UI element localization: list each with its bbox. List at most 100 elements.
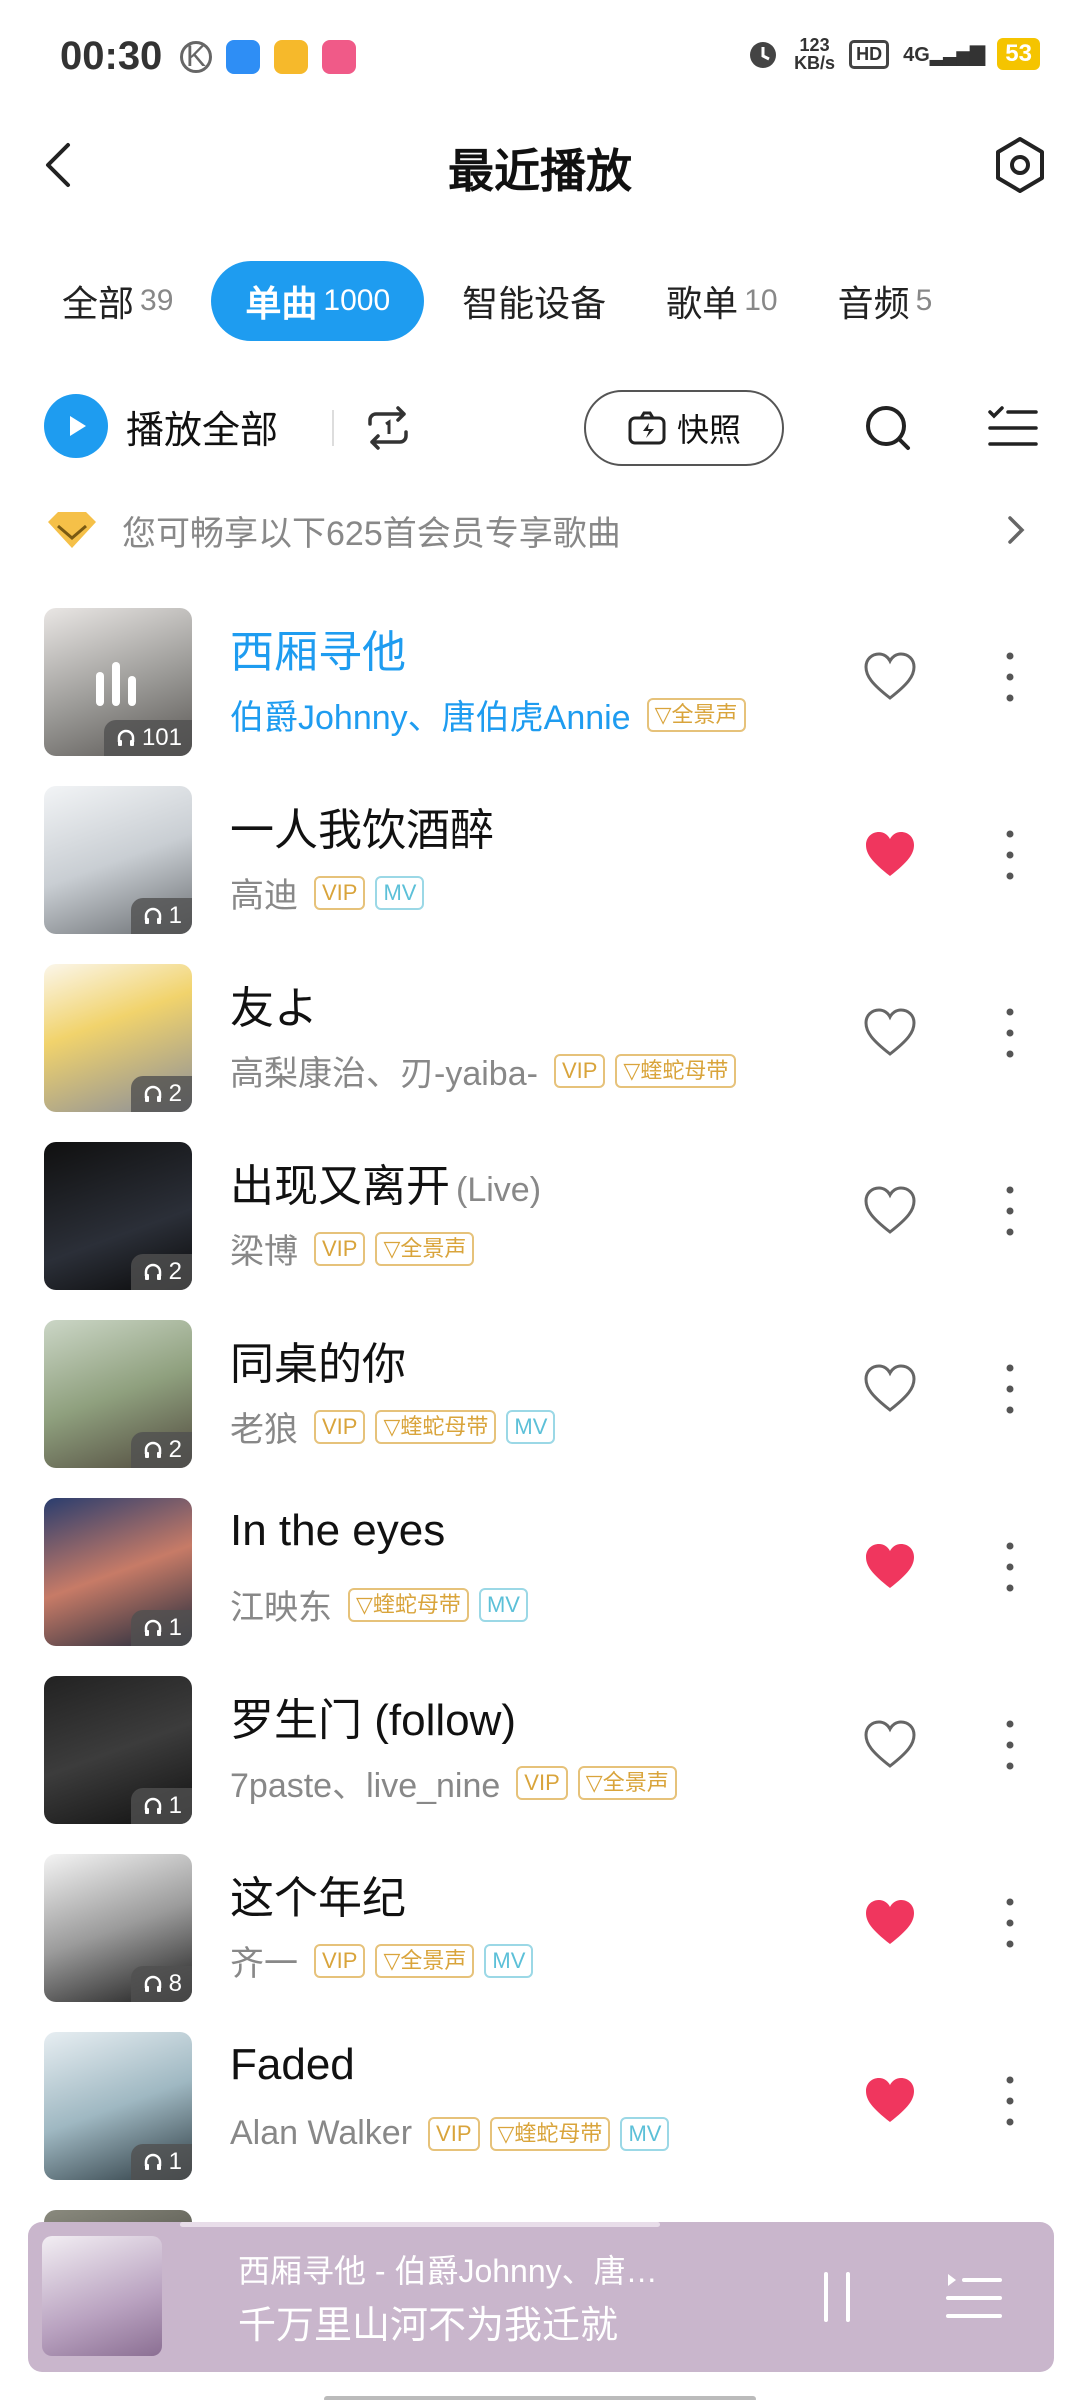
mv-badge[interactable]: MV: [478, 1587, 528, 1622]
album-cover[interactable]: 8: [44, 1854, 192, 2002]
album-cover[interactable]: 1: [44, 786, 192, 934]
vip-diamond-icon: [48, 512, 96, 548]
song-title: 出现又离开 (Live): [230, 1162, 542, 1211]
mini-player[interactable]: 西厢寻他 - 伯爵Johnny、唐… 千万里山河不为我迁就: [28, 2222, 1054, 2372]
vip-badge: VIP: [314, 1231, 366, 1266]
mv-badge[interactable]: MV: [620, 2116, 670, 2151]
battery-icon: 53: [997, 38, 1040, 70]
headphones-icon: [144, 907, 161, 924]
more-vertical-icon[interactable]: [994, 998, 1026, 1068]
status-right: 123 KB/s HD 4G▂▃▅▇ 53: [746, 36, 1040, 72]
quality-badge: ▽全景声: [375, 1231, 475, 1266]
tab-smart-devices[interactable]: 智能设备: [440, 261, 628, 341]
song-title: 一人我饮酒醉: [230, 806, 494, 855]
song-title: 这个年纪: [230, 1874, 406, 1923]
artist-name: Alan Walker: [230, 2114, 413, 2152]
song-title: Faded: [230, 2040, 355, 2089]
play-all-button[interactable]: 播放全部: [44, 394, 278, 458]
heart-icon[interactable]: [862, 1540, 918, 1592]
song-meta: 7paste、live_nine VIP ▽全景声: [230, 1758, 677, 1807]
more-vertical-icon[interactable]: [994, 1354, 1026, 1424]
mv-badge[interactable]: MV: [484, 1943, 534, 1978]
quality-icon: ▽: [585, 1769, 603, 1795]
heart-icon[interactable]: [862, 1362, 918, 1414]
album-cover[interactable]: 1: [44, 2032, 192, 2180]
heart-icon[interactable]: [862, 1896, 918, 1948]
song-row[interactable]: 101 西厢寻他伯爵Johnny、唐伯虎Annie ▽全景声: [0, 600, 1080, 778]
chat-app-icon: [226, 40, 260, 74]
mv-badge[interactable]: MV: [506, 1409, 556, 1444]
tab-singles[interactable]: 单曲 1000: [211, 261, 425, 341]
quality-icon: ▽: [383, 1947, 401, 1973]
playlist-queue-icon[interactable]: [942, 2266, 1006, 2326]
more-vertical-icon[interactable]: [994, 2066, 1026, 2136]
snapshot-button[interactable]: 快照: [584, 390, 784, 466]
play-count: 2: [130, 1254, 192, 1290]
search-icon[interactable]: [862, 402, 914, 454]
more-vertical-icon[interactable]: [994, 1888, 1026, 1958]
pause-icon[interactable]: [810, 2266, 864, 2328]
play-all-label: 播放全部: [126, 409, 279, 452]
vip-banner[interactable]: 您可畅享以下625首会员专享歌曲: [44, 494, 1036, 566]
now-playing-art: [42, 2236, 162, 2356]
vip-badge: VIP: [428, 2116, 480, 2151]
headphones-icon: [144, 1975, 161, 1992]
more-vertical-icon[interactable]: [994, 1176, 1026, 1246]
heart-icon[interactable]: [862, 828, 918, 880]
album-cover[interactable]: 1: [44, 1498, 192, 1646]
loop-icon[interactable]: [360, 400, 416, 456]
heart-icon[interactable]: [862, 650, 918, 702]
toolbar-divider: [332, 410, 334, 446]
vip-badge: VIP: [553, 1053, 606, 1088]
song-meta: 高梨康治、刃-yaiba- VIP ▽蝰蛇母带: [230, 1046, 737, 1095]
song-row[interactable]: 2 同桌的你 老狼 VIP ▽蝰蛇母带 MV: [0, 1312, 1080, 1490]
signal-icon: 4G▂▃▅▇: [903, 43, 985, 66]
song-title: 西厢寻他: [230, 628, 406, 677]
now-playing-cover[interactable]: [42, 2232, 228, 2362]
quality-badge: ▽全景声: [577, 1765, 677, 1800]
quality-icon: ▽: [654, 701, 672, 727]
song-row[interactable]: 1 罗生门 (follow) 7paste、live_nine VIP ▽全景声: [0, 1668, 1080, 1846]
more-vertical-icon[interactable]: [994, 1532, 1026, 1602]
mail-app-icon: [274, 40, 308, 74]
tab-playlists[interactable]: 歌单 10: [644, 261, 799, 341]
song-meta: 梁博 VIP ▽全景声: [230, 1224, 475, 1273]
more-vertical-icon[interactable]: [994, 1710, 1026, 1780]
multi-select-icon[interactable]: [984, 400, 1040, 456]
album-cover[interactable]: 2: [44, 1142, 192, 1290]
play-count: 1: [130, 2144, 192, 2180]
mv-badge[interactable]: MV: [375, 875, 425, 910]
song-row[interactable]: 2 出现又离开 (Live) 梁博 VIP ▽全景声: [0, 1134, 1080, 1312]
song-meta: 高迪 VIP MV: [230, 868, 425, 917]
album-cover[interactable]: 2: [44, 1320, 192, 1468]
page-header: 最近播放: [0, 115, 1080, 215]
artist-name: 高迪: [230, 877, 298, 915]
more-vertical-icon[interactable]: [994, 642, 1026, 712]
heart-icon[interactable]: [862, 2074, 918, 2126]
headphones-icon: [144, 1797, 161, 1814]
heart-icon[interactable]: [862, 1184, 918, 1236]
album-cover[interactable]: 2: [44, 964, 192, 1112]
headphones-icon: [144, 1441, 161, 1458]
album-cover[interactable]: 101: [44, 608, 192, 756]
song-row[interactable]: 8 这个年纪 齐一 VIP ▽全景声 MV: [0, 1846, 1080, 2024]
song-row[interactable]: 1 Faded Alan Walker VIP ▽蝰蛇母带 MV: [0, 2024, 1080, 2202]
quality-badge: ▽蝰蛇母带: [375, 1409, 497, 1444]
settings-hexagon-icon[interactable]: [990, 133, 1050, 197]
artist-name: 7paste、live_nine: [230, 1767, 501, 1805]
tab-all[interactable]: 全部 39: [40, 261, 195, 341]
heart-icon[interactable]: [862, 1718, 918, 1770]
song-row[interactable]: 2 友よ 高梨康治、刃-yaiba- VIP ▽蝰蛇母带: [0, 956, 1080, 1134]
artist-name: 老狼: [230, 1411, 298, 1449]
list-toolbar: 播放全部 快照: [44, 378, 1040, 478]
headphones-icon: [144, 1085, 161, 1102]
quality-badge: ▽全景声: [646, 697, 746, 732]
more-vertical-icon[interactable]: [994, 820, 1026, 890]
song-row[interactable]: 1 一人我饮酒醉 高迪 VIP MV: [0, 778, 1080, 956]
artist-name: 伯爵Johnny、唐伯虎Annie: [230, 699, 631, 737]
song-row[interactable]: 1 In the eyes 江映东 ▽蝰蛇母带 MV: [0, 1490, 1080, 1668]
album-cover[interactable]: 1: [44, 1676, 192, 1824]
headphones-icon: [117, 729, 135, 746]
heart-icon[interactable]: [862, 1006, 918, 1058]
tab-audio[interactable]: 音频 5: [816, 261, 933, 341]
